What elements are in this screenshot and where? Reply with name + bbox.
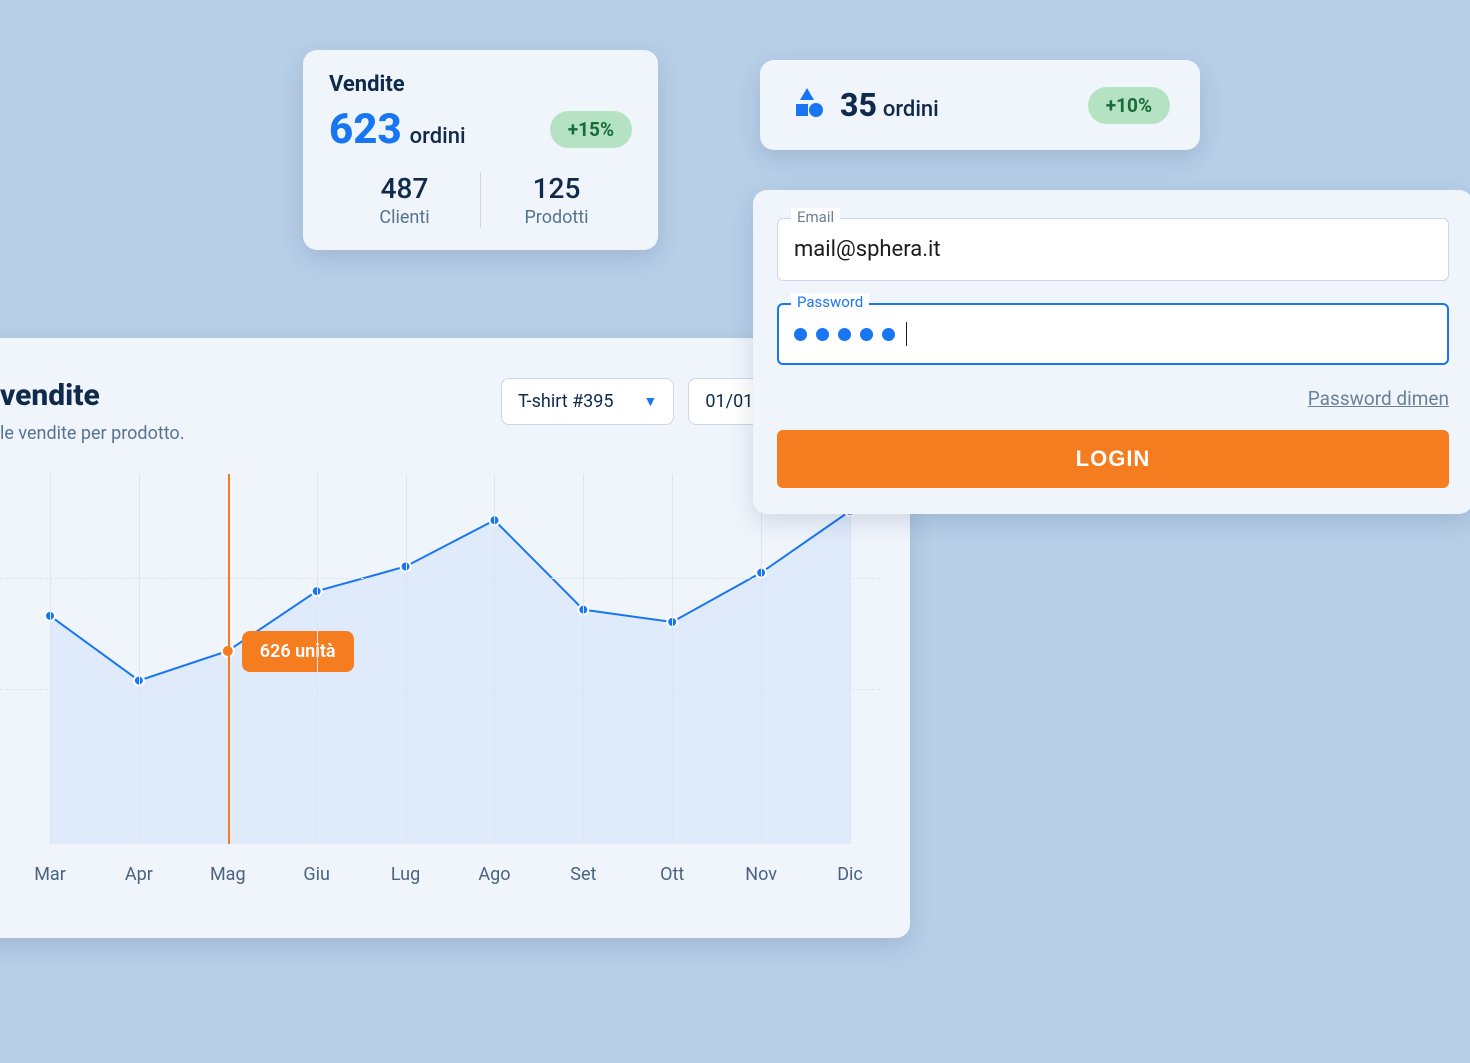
email-value: mail@sphera.it	[794, 237, 941, 262]
x-axis-label: Mag	[210, 864, 246, 885]
x-axis-label: Mar	[34, 864, 66, 885]
orders-number: 35	[840, 86, 877, 124]
chart-subtitle: le vendite per prodotto.	[0, 423, 184, 444]
sales-orders-unit: ordini	[410, 124, 466, 149]
products-value: 125	[481, 172, 632, 205]
sales-split: 487 Clienti 125 Prodotti	[329, 172, 632, 228]
sales-orders-number: 623	[329, 105, 402, 154]
text-cursor	[906, 322, 907, 346]
grid-line-vertical	[50, 474, 51, 844]
grid-line-vertical	[139, 474, 140, 844]
password-field[interactable]	[777, 303, 1449, 365]
orders-unit: ordini	[883, 97, 939, 122]
sales-summary-card: Vendite 623 ordini +15% 487 Clienti 125 …	[303, 50, 658, 250]
x-axis-label: Ott	[660, 864, 684, 885]
chevron-down-icon: ▼	[644, 393, 658, 410]
x-axis-label: Apr	[125, 864, 153, 885]
grid-line-horizontal	[0, 689, 880, 690]
forgot-password-row: Password dimen	[777, 387, 1449, 410]
password-dots	[794, 322, 1432, 346]
x-axis-label: Lug	[391, 864, 420, 885]
password-field-wrap: Password	[777, 303, 1449, 365]
password-dot	[794, 328, 807, 341]
forgot-password-link[interactable]: Password dimen	[1308, 387, 1449, 410]
grid-line-horizontal	[0, 578, 880, 579]
email-field-wrap: mail@sphera.it Email	[777, 218, 1449, 281]
product-select[interactable]: T-shirt #395 ▼	[501, 378, 674, 425]
clients-stat: 487 Clienti	[329, 172, 480, 228]
grid-line-vertical	[583, 474, 584, 844]
login-card: mail@sphera.it Email Password Password d…	[753, 190, 1470, 514]
chart-marker-line	[228, 474, 230, 844]
sales-main-row: 623 ordini +15%	[329, 105, 632, 154]
chart-heading-block: vendite le vendite per prodotto.	[0, 378, 184, 444]
line-chart-svg	[0, 474, 880, 844]
x-axis-label: Set	[570, 864, 596, 885]
password-label: Password	[791, 293, 869, 311]
orders-summary-card: 35 ordini +10%	[760, 60, 1200, 150]
card-title: Vendite	[329, 72, 632, 97]
login-button[interactable]: LOGIN	[777, 430, 1449, 488]
orders-growth-badge: +10%	[1088, 87, 1170, 124]
x-axis-label: Ago	[478, 864, 510, 885]
grid-line-vertical	[761, 474, 762, 844]
email-label: Email	[791, 208, 840, 226]
chart-tooltip: 626 unità	[242, 631, 354, 672]
grid-line-vertical	[672, 474, 673, 844]
x-axis-label: Giu	[303, 864, 330, 885]
clients-value: 487	[329, 172, 480, 205]
shapes-icon	[790, 88, 824, 122]
product-selected-label: T-shirt #395	[518, 391, 614, 412]
password-dot	[882, 328, 895, 341]
x-axis-label: Nov	[745, 864, 777, 885]
chart-area[interactable]: 626 unità Mar Apr Mag Giu Lug Ago Set Ott Nov Dic	[0, 474, 880, 914]
grid-line-vertical	[317, 474, 318, 844]
password-dot	[860, 328, 873, 341]
email-field[interactable]: mail@sphera.it	[777, 218, 1449, 281]
products-label: Prodotti	[481, 207, 632, 228]
orders-value: 35 ordini	[840, 86, 939, 124]
sales-growth-badge: +15%	[550, 111, 632, 148]
grid-line-vertical	[850, 474, 851, 844]
x-axis-label: Dic	[837, 864, 863, 885]
orders-left: 35 ordini	[790, 86, 939, 124]
products-stat: 125 Prodotti	[480, 172, 632, 228]
password-dot	[816, 328, 829, 341]
grid-line-vertical	[406, 474, 407, 844]
clients-label: Clienti	[329, 207, 480, 228]
password-dot	[838, 328, 851, 341]
chart-header: vendite le vendite per prodotto. T-shirt…	[0, 378, 880, 444]
sales-orders-value: 623 ordini	[329, 105, 466, 154]
chart-title: vendite	[0, 378, 184, 413]
grid-line-vertical	[494, 474, 495, 844]
